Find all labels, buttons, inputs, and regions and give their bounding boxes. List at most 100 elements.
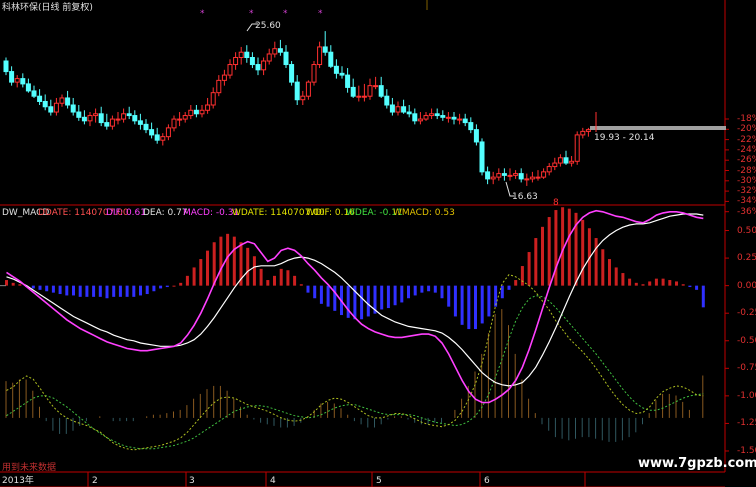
macd-bar-neg — [105, 285, 109, 299]
price-axis-tick: -36% — [737, 206, 756, 217]
candle-down — [154, 134, 160, 141]
macd-bar-pos — [675, 281, 678, 286]
macd-bar-pos — [634, 282, 638, 286]
macd-bar-neg — [65, 285, 69, 296]
price-axis-tick: -18% — [737, 114, 756, 124]
candle-up — [524, 178, 530, 181]
candle-down — [462, 118, 468, 124]
candle-down — [104, 122, 110, 127]
candle-up — [182, 115, 188, 120]
macd-bar-neg — [366, 285, 370, 317]
chart-canvas: * * * * — [0, 0, 756, 487]
macd-bar-neg — [420, 285, 424, 293]
candle-down — [48, 106, 54, 113]
candle-up — [87, 115, 93, 122]
candle-up — [367, 85, 373, 97]
candle-down — [98, 113, 104, 124]
range-label: 19.93 - 20.14 — [594, 133, 655, 143]
macd-bar-pos — [259, 268, 263, 286]
month-label-6: 6 — [484, 476, 490, 486]
candle-down — [468, 122, 474, 131]
candle-up — [109, 118, 115, 127]
month-label-4: 4 — [270, 476, 276, 486]
candle-up — [429, 113, 435, 117]
candle-up — [490, 176, 496, 180]
macd-bar-neg — [152, 285, 156, 292]
candle-up — [546, 166, 552, 173]
macd-axis-tick: -0.25 — [737, 308, 756, 319]
candle-up — [227, 64, 233, 76]
macd-bar-pos — [654, 278, 658, 286]
candle-up — [423, 115, 429, 120]
macd-bar-neg — [326, 285, 330, 307]
reference-band — [590, 126, 726, 130]
macd-bar-pos — [520, 266, 524, 286]
price-axis-tick: -26% — [737, 155, 756, 166]
macd-bar-neg — [31, 285, 35, 289]
candle-down — [479, 141, 485, 173]
candle-down — [384, 95, 390, 106]
macd-axis-tick: -0.75 — [737, 363, 756, 374]
candle-up — [541, 171, 547, 178]
candle-down — [328, 51, 334, 67]
candle-up — [529, 176, 535, 180]
candle-up — [569, 160, 575, 164]
candle-up — [373, 85, 379, 88]
candle-down — [76, 111, 82, 118]
candle-up — [574, 134, 580, 162]
price-axis-tick: -20% — [737, 124, 756, 135]
price-axis-tick: -34% — [737, 196, 756, 207]
price-axis-tick: -30% — [737, 175, 756, 186]
macd-bar-neg — [413, 285, 417, 296]
macd-bar-neg — [487, 285, 491, 317]
macd-axis-tick: 0.25 — [737, 253, 756, 264]
high-price-label: 25.60 — [255, 21, 281, 31]
year-label: 2013年 — [2, 476, 34, 486]
dif-label: DIF: 0.61 — [106, 208, 146, 218]
macd-bar-pos — [11, 282, 15, 286]
candle-down — [277, 48, 283, 53]
macd-bar-pos — [668, 280, 672, 286]
event-marker: * — [249, 9, 254, 19]
candle-down — [451, 116, 457, 120]
candle-down — [25, 83, 31, 92]
macd-bar-neg — [139, 285, 142, 296]
macd-bar-neg — [92, 285, 96, 297]
candle-up — [417, 118, 423, 122]
candle-down — [126, 113, 132, 117]
macd-bar-neg — [159, 285, 163, 289]
macd-bar-pos — [18, 284, 22, 286]
macd-bar-neg — [400, 285, 404, 303]
macd-bar-pos — [299, 284, 303, 286]
candle-up — [199, 109, 205, 115]
macd-bar-neg — [380, 285, 384, 310]
macd-bar-neg — [480, 285, 484, 324]
candle-up — [115, 118, 121, 121]
candle-up — [266, 53, 272, 62]
candle-down — [485, 171, 491, 180]
macd-bar-neg — [346, 285, 350, 318]
macd-bar-neg — [453, 285, 457, 317]
macd-bar-neg — [407, 285, 410, 299]
marker-label: 8 — [553, 198, 559, 208]
macd-bar-neg — [440, 285, 444, 299]
macd-bar-neg — [474, 285, 477, 330]
candle-down — [345, 74, 351, 88]
macd-bar-neg — [467, 285, 471, 330]
macd-bar-pos — [266, 280, 270, 286]
macd-bar-pos — [527, 252, 531, 286]
macd-bar-neg — [165, 285, 169, 288]
macd-bar-pos — [185, 275, 189, 286]
candle-up — [14, 78, 20, 83]
price-axis-tick: -32% — [737, 186, 756, 197]
macd-bar-neg — [112, 285, 116, 297]
macd-bar-pos — [252, 256, 256, 286]
candle-down — [440, 115, 446, 118]
macd-axis-tick: 0.00 — [737, 280, 756, 291]
chart-title: 科林环保(日线 前复权) — [2, 3, 93, 13]
macd-bar-pos — [681, 284, 685, 286]
macd-bar-pos — [273, 275, 276, 286]
candle-up — [552, 162, 558, 168]
macd-bar-neg — [118, 285, 122, 297]
macd-bar-pos — [547, 217, 551, 286]
